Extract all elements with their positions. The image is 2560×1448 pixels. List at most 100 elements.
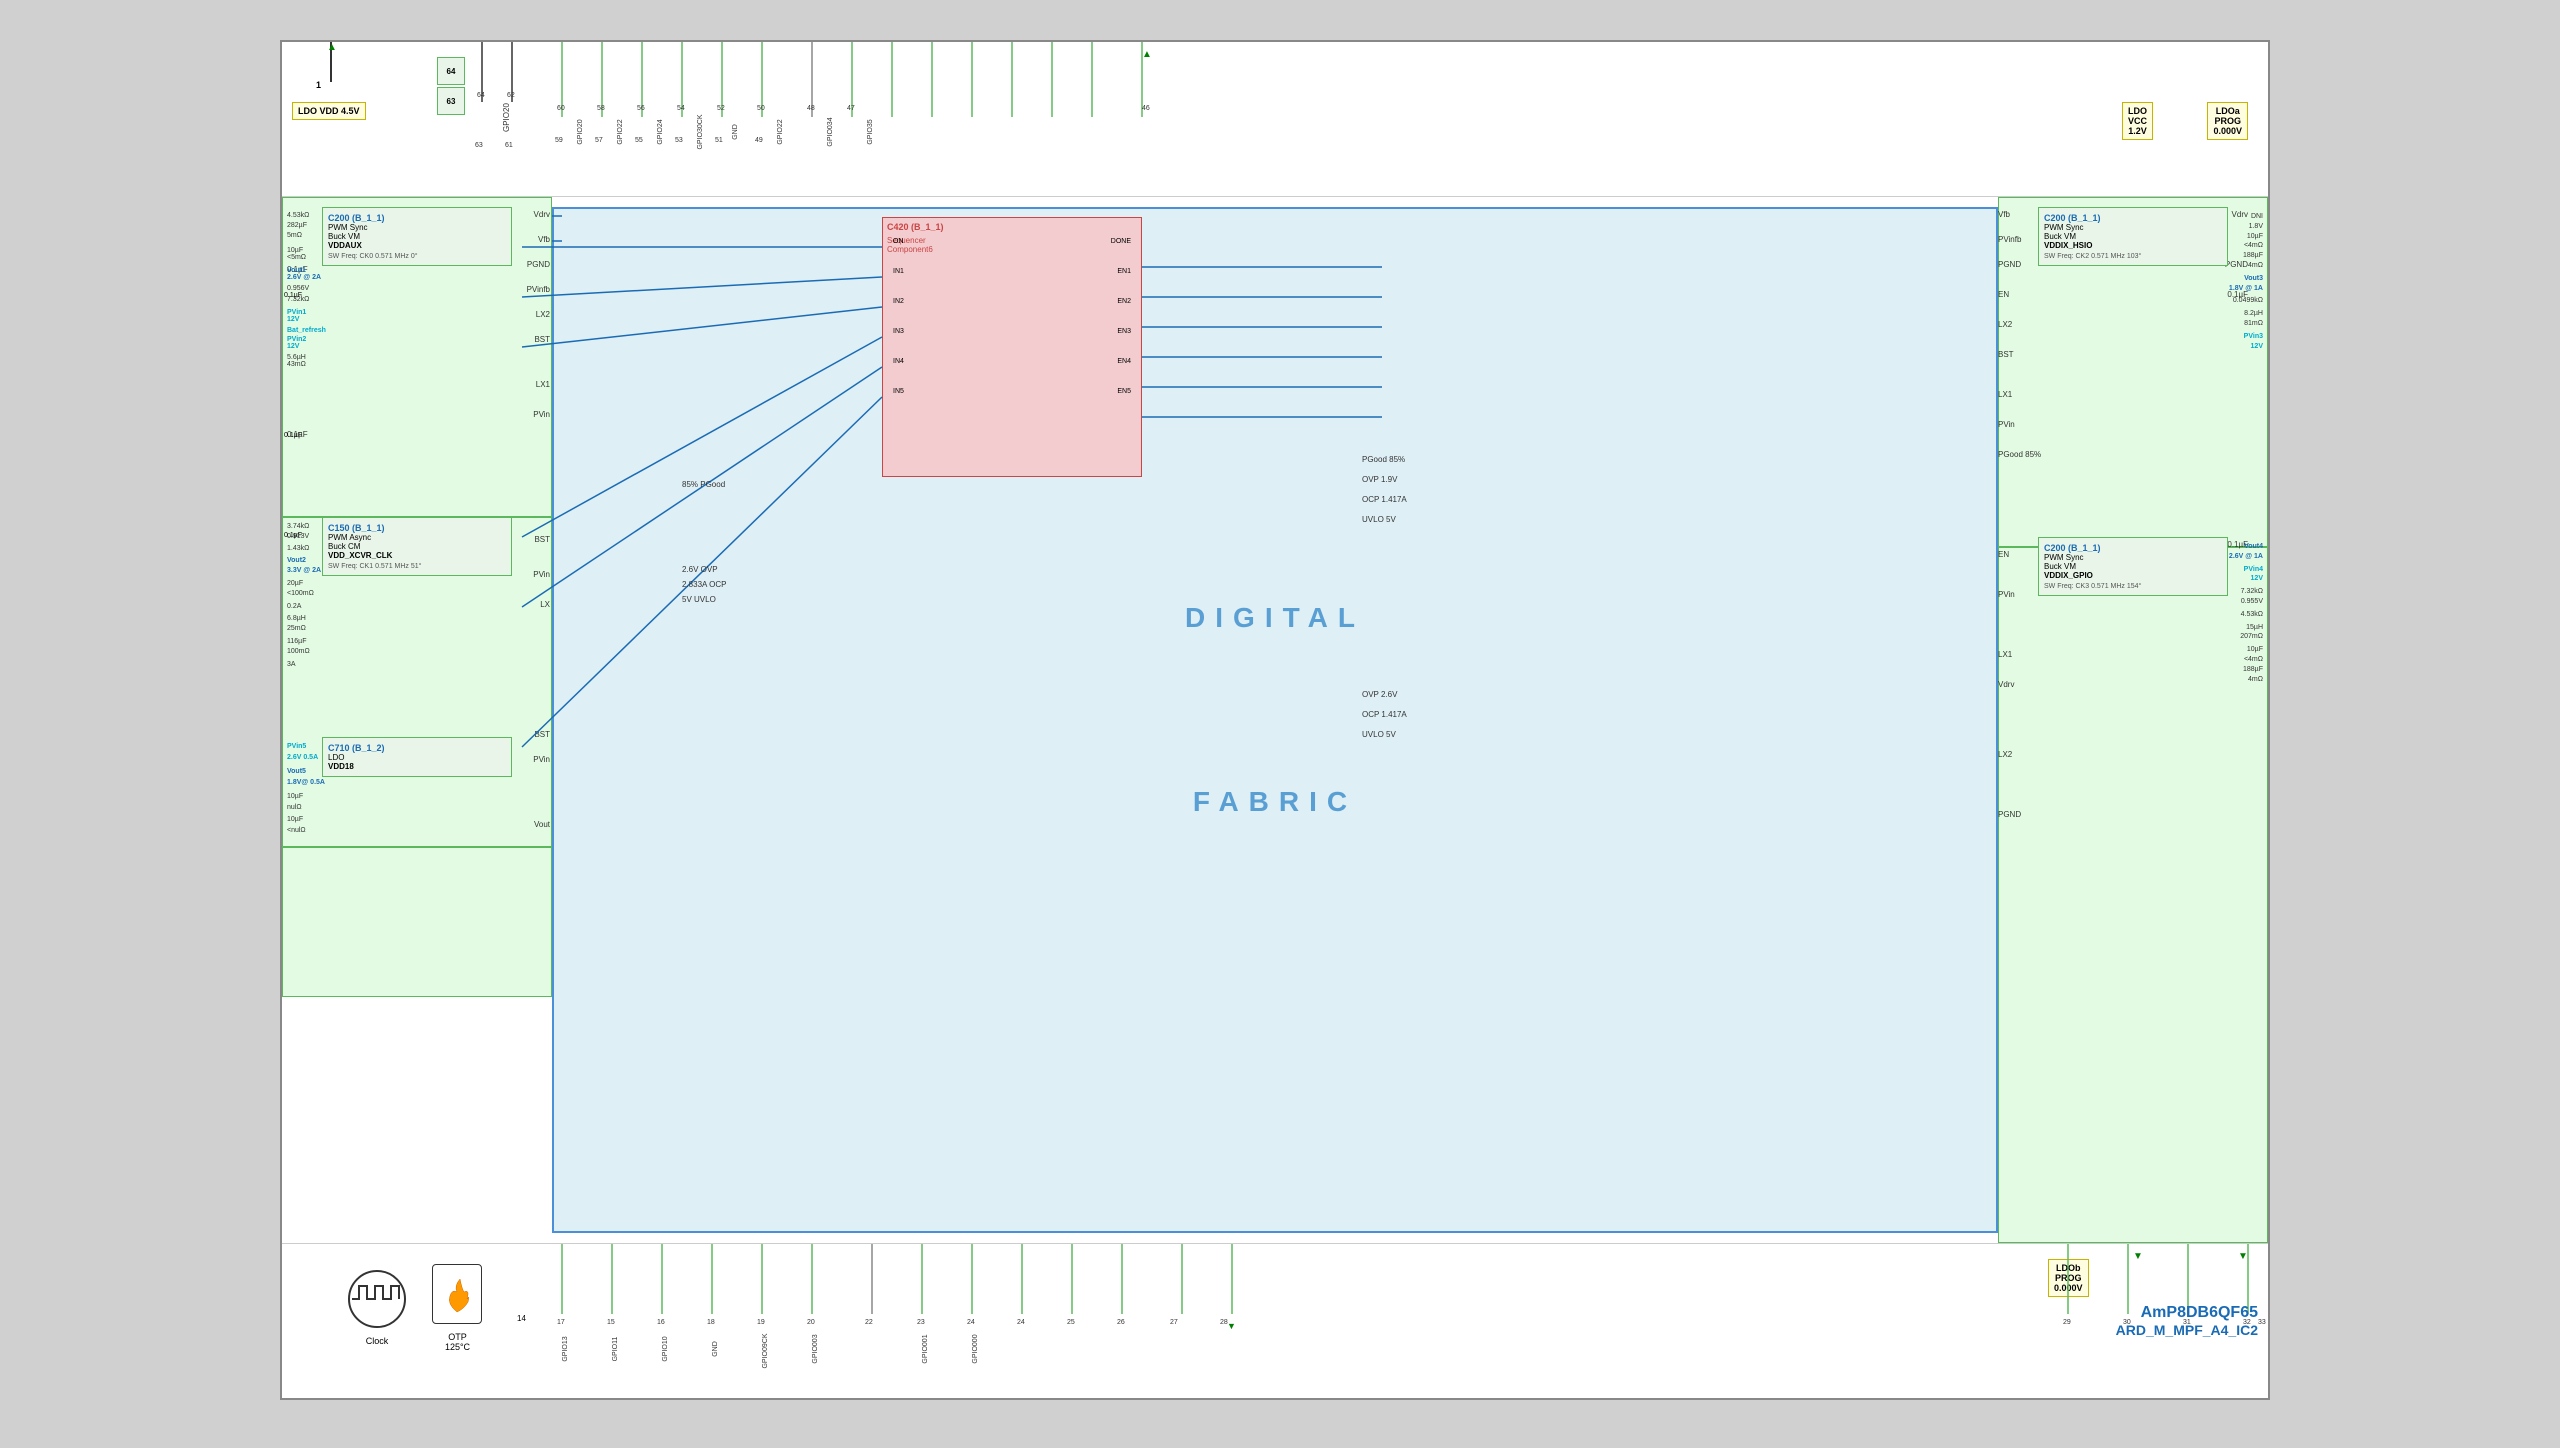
svg-text:29: 29 xyxy=(2063,1319,2071,1326)
svg-text:64: 64 xyxy=(477,92,485,99)
digital-label: DIGITAL xyxy=(1185,602,1365,634)
c150-name: C150 (B_1_1) xyxy=(328,523,506,533)
cap-lt2: 0.1µF xyxy=(284,432,302,439)
top-pin-area: LDO VDD 4.5V 1 ▲ 64 63 GPIO20 xyxy=(282,42,2268,197)
c150-type1: PWM Async xyxy=(328,533,506,542)
top-pin-svg: 64 62 60 58 56 54 52 50 48 47 46 ▲ GPIO2… xyxy=(282,42,2268,197)
seq-in2: IN2 xyxy=(893,298,904,305)
seq-done: DONE xyxy=(1111,238,1131,245)
c200-right-top-box: C200 (B_1_1) PWM Sync Buck VM VDDIX_HSIO… xyxy=(2038,207,2228,266)
svg-text:51: 51 xyxy=(715,137,723,144)
c420-sequencer: C420 (B_1_1) SequencerComponent6 ON IN1 … xyxy=(882,217,1142,477)
middle-area: DIGITAL FABRIC C420 (B_1_1) SequencerCom… xyxy=(282,197,2268,1243)
svg-text:63: 63 xyxy=(475,142,483,149)
svg-text:GND: GND xyxy=(732,124,739,140)
svg-text:▼: ▼ xyxy=(2238,1251,2248,1262)
bottom-pin-area: Clock OTP125°C ▼ xyxy=(282,1243,2268,1398)
seq-en3: EN3 xyxy=(1117,328,1131,335)
svg-text:GPIO35: GPIO35 xyxy=(867,119,874,144)
ldo-vdd-label: LDO VDD 4.5V xyxy=(298,106,360,116)
c200-rt-net: VDDIX_HSIO xyxy=(2044,241,2222,250)
c200-lt-type2: Buck VM xyxy=(328,232,506,241)
c200-rb-freq: SW Freq: CK3 0.571 MHz 154° xyxy=(2044,583,2222,590)
otp-label: OTP125°C xyxy=(430,1332,485,1352)
left-bottom-values: 3.74kΩ 0.913V 1.43kΩ Vout2 3.3V @ 2A 20µ… xyxy=(287,522,321,669)
svg-text:61: 61 xyxy=(505,142,513,149)
seq-in1: IN1 xyxy=(893,268,904,275)
c200-rt-freq: SW Freq: CK2 0.571 MHz 103° xyxy=(2044,253,2222,260)
c200-lt-net: VDDAUX xyxy=(328,241,506,250)
ldoa-prog-label: LDOaPROG0.000V xyxy=(2213,106,2242,136)
digital-fabric-region: DIGITAL FABRIC xyxy=(552,207,1998,1233)
svg-text:59: 59 xyxy=(555,137,563,144)
svg-text:58: 58 xyxy=(597,105,605,112)
c200-rb-name: C200 (B_1_1) xyxy=(2044,543,2222,553)
c200-rb-type1: PWM Sync xyxy=(2044,553,2222,562)
c710-type: LDO xyxy=(328,753,506,762)
svg-text:24: 24 xyxy=(1017,1319,1025,1326)
c710-net: VDD18 xyxy=(328,762,506,771)
svg-text:60: 60 xyxy=(557,105,565,112)
seq-in4: IN4 xyxy=(893,358,904,365)
c200-right-bottom-box: C200 (B_1_1) PWM Sync Buck VM VDDIX_GPIO… xyxy=(2038,537,2228,596)
cap-lb1: 0.1µF xyxy=(284,532,302,539)
ldob-prog-label: LDObPROG0.000V xyxy=(2054,1263,2083,1293)
svg-text:GPIO034: GPIO034 xyxy=(827,117,834,146)
ldo-vcc-label: LDOVCC1.2V xyxy=(2128,106,2147,136)
seq-en1: EN1 xyxy=(1117,268,1131,275)
svg-text:33: 33 xyxy=(2258,1319,2266,1326)
svg-text:16: 16 xyxy=(657,1319,665,1326)
ldo-left-values: PVin5 2.6V 0.5A Vout5 1.8V@ 0.5A 10µF nu… xyxy=(287,742,325,836)
svg-text:▼: ▼ xyxy=(2133,1251,2143,1262)
svg-text:46: 46 xyxy=(1142,105,1150,112)
c150-left-box: C150 (B_1_1) PWM Async Buck CM VDD_XCVR_… xyxy=(322,517,512,576)
c150-type2: Buck CM xyxy=(328,542,506,551)
svg-text:GPIO22: GPIO22 xyxy=(777,119,784,144)
c200-rt-name: C200 (B_1_1) xyxy=(2044,213,2222,223)
c150-freq: SW Freq: CK1 0.571 MHz 51° xyxy=(328,563,506,570)
svg-text:48: 48 xyxy=(807,105,815,112)
svg-text:15: 15 xyxy=(607,1319,615,1326)
svg-text:GPIO000: GPIO000 xyxy=(972,1334,979,1363)
svg-text:GND: GND xyxy=(712,1341,719,1357)
svg-text:22: 22 xyxy=(865,1319,873,1326)
svg-text:47: 47 xyxy=(847,105,855,112)
otp-flame-icon xyxy=(442,1274,472,1314)
c200-lt-type1: PWM Sync xyxy=(328,223,506,232)
chip-name: AmP8DB6QF65 xyxy=(2116,1304,2258,1322)
pin-64: 64 63 xyxy=(437,57,465,113)
svg-text:17: 17 xyxy=(557,1319,565,1326)
ldoa-prog-box: LDOaPROG0.000V xyxy=(2207,102,2248,140)
c200-left-top-box: C200 (B_1_1) PWM Sync Buck VM VDDAUX SW … xyxy=(322,207,512,266)
otp-symbol xyxy=(432,1264,482,1324)
c200-rb-type2: Buck VM xyxy=(2044,562,2222,571)
svg-text:50: 50 xyxy=(757,105,765,112)
c200-rt-type2: Buck VM xyxy=(2044,232,2222,241)
chip-variant: ARD_M_MPF_A4_IC2 xyxy=(2116,1322,2258,1338)
seq-en4: EN4 xyxy=(1117,358,1131,365)
seq-in5: IN5 xyxy=(893,388,904,395)
seq-en5: EN5 xyxy=(1117,388,1131,395)
clock-symbol-svg xyxy=(337,1264,417,1334)
svg-text:53: 53 xyxy=(675,137,683,144)
svg-text:GPIO24: GPIO24 xyxy=(657,119,664,144)
svg-text:54: 54 xyxy=(677,105,685,112)
c710-ldo-box: C710 (B_1_2) LDO VDD18 xyxy=(322,737,512,777)
cap-lt1: 0.1µF xyxy=(284,292,302,299)
pin-1-arrow: ▲ xyxy=(327,42,337,53)
clock-label: Clock xyxy=(337,1336,417,1346)
c150-net: VDD_XCVR_CLK xyxy=(328,551,506,560)
c200-lt-freq: SW Freq: CK0 0.571 MHz 0° xyxy=(328,253,506,260)
svg-text:49: 49 xyxy=(755,137,763,144)
svg-text:27: 27 xyxy=(1170,1319,1178,1326)
svg-text:52: 52 xyxy=(717,105,725,112)
svg-text:55: 55 xyxy=(635,137,643,144)
right-top-values: DNI 1.8V 10µF <4mΩ 188µF 4mΩ Vout3 1.8V … xyxy=(2229,212,2263,351)
left-top-values: 4.53kΩ 282µF 5mΩ 10µF <5mΩ Vout1 2.6V @ … xyxy=(287,212,326,368)
c420-subtitle: SequencerComponent6 xyxy=(887,236,1137,254)
svg-text:GPIO22: GPIO22 xyxy=(617,119,624,144)
ldo-vcc-box: LDOVCC1.2V xyxy=(2122,102,2153,140)
seq-on: ON xyxy=(893,238,904,245)
chip-name-area: AmP8DB6QF65 ARD_M_MPF_A4_IC2 xyxy=(2116,1304,2258,1338)
c200-lt-name: C200 (B_1_1) xyxy=(328,213,506,223)
